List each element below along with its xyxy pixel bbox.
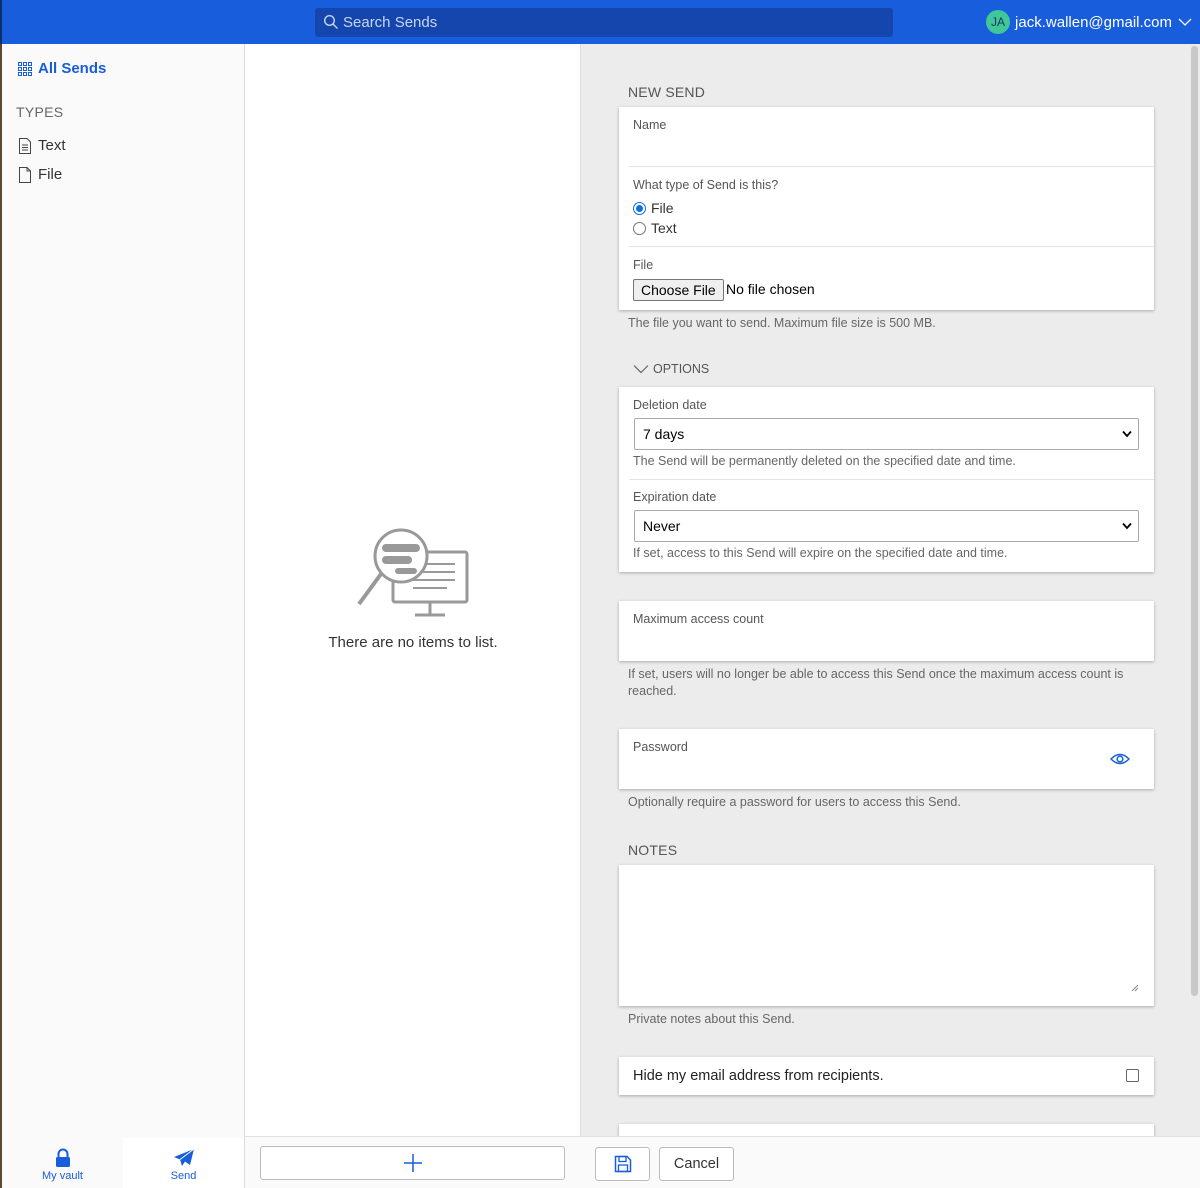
hide-email-checkbox[interactable]	[1126, 1069, 1139, 1082]
divider	[629, 166, 1154, 167]
all-sends-label: All Sends	[38, 60, 106, 77]
send-details-card: Name What type of Send is this? File Tex…	[619, 107, 1154, 310]
chevron-down-icon	[1178, 17, 1192, 27]
choose-file-button[interactable]: Choose File	[633, 279, 724, 301]
send-list: There are no items to list.	[245, 44, 581, 1188]
text-file-icon	[18, 138, 32, 154]
cancel-button[interactable]: Cancel	[659, 1147, 734, 1181]
select-value: 7 days	[643, 426, 684, 442]
bottom-tab-bar: My vault Send	[2, 1138, 244, 1188]
tab-my-vault[interactable]: My vault	[2, 1138, 123, 1188]
account-email: jack.wallen@gmail.com	[1015, 14, 1172, 31]
tab-label: My vault	[42, 1170, 83, 1182]
divider	[629, 479, 1154, 480]
sidebar: All Sends TYPES Text File	[0, 44, 245, 1188]
radio-file[interactable]: File	[633, 200, 674, 216]
form-action-bar: Cancel	[581, 1136, 1200, 1188]
radio-label: File	[651, 200, 674, 216]
chevron-down-icon	[1122, 522, 1132, 530]
options-label: OPTIONS	[653, 362, 709, 376]
new-send-title: NEW SEND	[628, 84, 705, 100]
max-access-card[interactable]: Maximum access count	[619, 601, 1154, 661]
search-input[interactable]	[343, 8, 883, 37]
plus-icon	[403, 1153, 423, 1173]
types-heading: TYPES	[16, 104, 63, 120]
search-icon	[323, 14, 339, 30]
sidebar-item-text[interactable]: Text	[18, 137, 66, 154]
max-access-label: Maximum access count	[633, 612, 764, 626]
grid-icon	[18, 62, 32, 76]
password-label: Password	[633, 740, 688, 754]
file-hint: The file you want to send. Maximum file …	[628, 315, 1148, 332]
deletion-date-hint: The Send will be permanently deleted on …	[633, 454, 1016, 468]
resize-handle-icon[interactable]	[1131, 984, 1139, 992]
file-label: File	[633, 258, 653, 272]
deletion-date-select[interactable]: 7 days	[634, 418, 1139, 450]
notes-hint: Private notes about this Send.	[628, 1011, 1148, 1028]
eye-icon[interactable]	[1110, 752, 1130, 766]
file-icon	[18, 167, 32, 183]
send-form-panel: NEW SEND Name What type of Send is this?…	[581, 44, 1200, 1188]
divider	[629, 246, 1154, 247]
add-send-button[interactable]	[260, 1146, 565, 1180]
lock-icon	[54, 1148, 72, 1168]
notes-textarea[interactable]	[619, 865, 1154, 1006]
expiration-date-hint: If set, access to this Send will expire …	[633, 546, 1008, 560]
no-items-illustration	[355, 528, 471, 620]
paper-plane-icon	[173, 1148, 195, 1168]
sidebar-item-file[interactable]: File	[18, 166, 62, 183]
account-menu[interactable]: JA jack.wallen@gmail.com	[986, 10, 1192, 34]
save-icon	[614, 1155, 632, 1173]
options-toggle[interactable]: OPTIONS	[633, 362, 709, 376]
list-action-bar	[245, 1136, 581, 1188]
select-value: Never	[643, 518, 680, 534]
hide-email-card: Hide my email address from recipients.	[619, 1057, 1154, 1095]
expiration-date-label: Expiration date	[633, 490, 716, 504]
radio-button[interactable]	[633, 222, 646, 235]
radio-button[interactable]	[633, 202, 646, 215]
top-header: JA jack.wallen@gmail.com	[0, 0, 1200, 44]
no-file-text: No file chosen	[726, 281, 815, 297]
password-hint: Optionally require a password for users …	[628, 794, 1148, 811]
radio-text[interactable]: Text	[633, 220, 677, 236]
save-button[interactable]	[595, 1147, 650, 1181]
chevron-down-icon	[1122, 430, 1132, 438]
sidebar-item-label: File	[38, 166, 62, 183]
sidebar-item-all-sends[interactable]: All Sends	[18, 60, 106, 77]
send-type-question: What type of Send is this?	[633, 178, 778, 192]
name-input[interactable]	[619, 107, 1154, 166]
notes-title: NOTES	[628, 842, 677, 858]
radio-label: Text	[651, 220, 677, 236]
options-card: Deletion date 7 days The Send will be pe…	[619, 387, 1154, 572]
search-box[interactable]	[315, 8, 893, 37]
scrollbar[interactable]	[1191, 46, 1198, 996]
tab-send[interactable]: Send	[123, 1138, 244, 1188]
empty-list-message: There are no items to list.	[245, 634, 581, 651]
hide-email-label: Hide my email address from recipients.	[633, 1068, 884, 1084]
expiration-date-select[interactable]: Never	[634, 510, 1139, 542]
max-access-hint: If set, users will no longer be able to …	[628, 666, 1128, 700]
avatar: JA	[986, 10, 1010, 34]
deletion-date-label: Deletion date	[633, 398, 707, 412]
sidebar-item-label: Text	[38, 137, 66, 154]
tab-label: Send	[171, 1170, 197, 1182]
password-card[interactable]: Password	[619, 729, 1154, 789]
chevron-down-icon	[633, 364, 649, 374]
